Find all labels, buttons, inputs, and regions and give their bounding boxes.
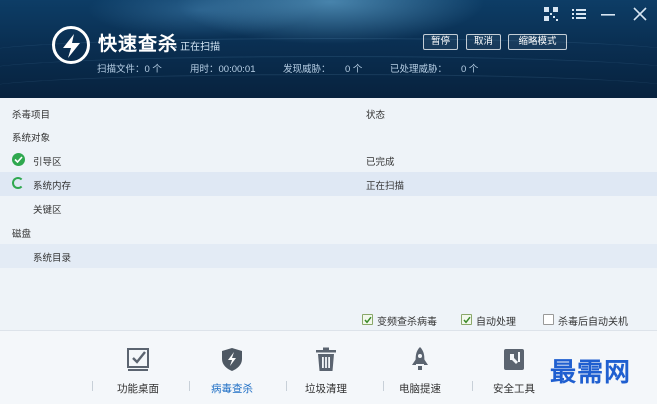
shield-bolt-icon [222, 348, 242, 371]
nav-label: 安全工具 [493, 383, 535, 395]
checkbox-unchecked-icon [543, 314, 554, 325]
list-item-row[interactable]: 系统目录 [0, 244, 657, 268]
checkbox-checked-icon [461, 314, 472, 325]
loading-spinner-icon [12, 177, 24, 189]
toolbox-icon [504, 349, 524, 370]
scan-item-list: 杀毒项目 状态 系统对象 引导区 已完成 系统内存 正在扫描 关键区 磁盘 系统… [0, 98, 657, 330]
option-label: 自动处理 [476, 317, 516, 328]
close-icon[interactable] [633, 7, 649, 21]
row-status: 已完成 [366, 157, 395, 168]
list-header: 杀毒项目 状态 [0, 102, 657, 122]
rocket-icon [412, 347, 428, 370]
option-label: 杀毒后自动关机 [558, 317, 628, 328]
row-label: 关键区 [33, 205, 62, 216]
nav-label: 垃圾清理 [305, 383, 347, 395]
cancel-button[interactable]: 取消 [466, 34, 501, 50]
threats-handled-value: 0 个 [461, 64, 479, 75]
option-label: 变频查杀病毒 [377, 317, 437, 328]
list-item-row[interactable]: 关键区 [0, 196, 657, 220]
nav-item-function-desktop[interactable]: 功能桌面 [88, 331, 188, 404]
checkbox-checked-icon [362, 314, 373, 325]
list-group-row[interactable]: 系统对象 [0, 124, 657, 148]
scanned-files-stat: 扫描文件：0 个 [97, 64, 162, 75]
scan-options: 变频查杀病毒 自动处理 杀毒后自动关机 [0, 312, 657, 328]
nav-item-security-tools[interactable]: 安全工具 [464, 331, 564, 404]
list-item-row[interactable]: 引导区 已完成 [0, 148, 657, 172]
nav-item-virus-scan[interactable]: 病毒查杀 [182, 331, 282, 404]
trash-icon [316, 347, 336, 371]
list-group-row[interactable]: 磁盘 [0, 220, 657, 244]
threats-found-value: 0 个 [345, 64, 363, 75]
nav-label: 病毒查杀 [211, 383, 253, 395]
header: 快速查杀 - 正在扫描 扫描文件：0 个 用时：00:00:01 发现威胁： 0… [0, 0, 657, 98]
minimize-icon[interactable] [601, 7, 617, 21]
row-label: 引导区 [33, 157, 62, 168]
row-label: 系统目录 [33, 253, 72, 264]
scan-subtitle: - 正在扫描 [174, 42, 221, 53]
lightning-logo-icon [52, 26, 90, 64]
site-watermark: 最需网 [550, 358, 632, 388]
column-header-status: 状态 [366, 110, 386, 121]
row-label: 系统内存 [33, 181, 72, 192]
nav-item-junk-cleanup[interactable]: 垃圾清理 [276, 331, 376, 404]
qr-code-icon[interactable] [544, 7, 560, 21]
elapsed-time-stat: 用时：00:00:01 [190, 64, 256, 75]
nav-label: 功能桌面 [117, 383, 159, 395]
threats-found-label: 发现威胁： [283, 64, 331, 75]
nav-item-pc-speedup[interactable]: 电脑提速 [370, 331, 470, 404]
menu-icon[interactable] [572, 7, 588, 21]
threats-handled-label: 已处理威胁： [390, 64, 448, 75]
nav-label: 电脑提速 [399, 383, 441, 395]
scan-title: 快速查杀 [98, 34, 179, 55]
antivirus-app-window: 快速查杀 - 正在扫描 扫描文件：0 个 用时：00:00:01 发现威胁： 0… [0, 0, 657, 404]
row-status: 正在扫描 [366, 181, 405, 192]
row-label: 系统对象 [12, 133, 51, 144]
column-header-item: 杀毒项目 [12, 110, 51, 121]
decor-wave [0, 74, 657, 98]
checklist-icon [127, 348, 149, 371]
row-label: 磁盘 [12, 229, 32, 240]
list-item-row[interactable]: 系统内存 正在扫描 [0, 172, 657, 196]
check-icon [12, 153, 25, 166]
mini-mode-button[interactable]: 缩略模式 [508, 34, 567, 50]
pause-button[interactable]: 暂停 [423, 34, 458, 50]
